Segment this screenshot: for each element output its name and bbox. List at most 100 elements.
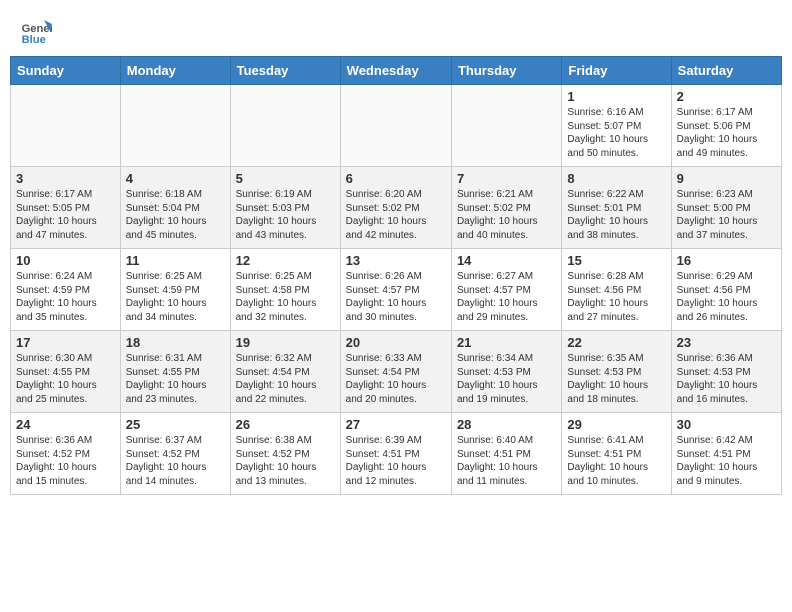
day-info: Sunrise: 6:27 AM Sunset: 4:57 PM Dayligh… (457, 270, 556, 324)
day-number: 9 (677, 171, 776, 186)
day-number: 7 (457, 171, 556, 186)
day-info: Sunrise: 6:33 AM Sunset: 4:54 PM Dayligh… (346, 352, 446, 406)
calendar-cell: 17 Sunrise: 6:30 AM Sunset: 4:55 PM Dayli… (11, 331, 121, 413)
calendar-cell: 9 Sunrise: 6:23 AM Sunset: 5:00 PM Daylig… (671, 167, 781, 249)
logo-icon: General Blue (20, 16, 52, 48)
calendar-week-row: 17 Sunrise: 6:30 AM Sunset: 4:55 PM Dayli… (11, 331, 782, 413)
calendar-cell: 5Sunrise: 6:19 AM Sunset: 5:03 PM Daylig… (230, 167, 340, 249)
day-info: Sunrise: 6:25 AM Sunset: 4:59 PM Dayligh… (126, 270, 225, 324)
calendar-cell: 22 Sunrise: 6:35 AM Sunset: 4:53 PM Dayli… (562, 331, 671, 413)
day-number: 24 (16, 417, 115, 432)
day-info: Sunrise: 6:31 AM Sunset: 4:55 PM Dayligh… (126, 352, 225, 406)
day-number: 16 (677, 253, 776, 268)
day-number: 19 (236, 335, 335, 350)
day-number: 13 (346, 253, 446, 268)
calendar-cell: 28 Sunrise: 6:40 AM Sunset: 4:51 PM Dayli… (451, 413, 561, 495)
calendar-cell: 14 Sunrise: 6:27 AM Sunset: 4:57 PM Dayli… (451, 249, 561, 331)
calendar-cell (451, 85, 561, 167)
day-info: Sunrise: 6:36 AM Sunset: 4:52 PM Dayligh… (16, 434, 115, 488)
day-info: Sunrise: 6:35 AM Sunset: 4:53 PM Dayligh… (567, 352, 665, 406)
calendar-cell: 10Sunrise: 6:24 AM Sunset: 4:59 PM Dayli… (11, 249, 121, 331)
calendar-cell: 30 Sunrise: 6:42 AM Sunset: 4:51 PM Dayli… (671, 413, 781, 495)
calendar-cell: 4 Sunrise: 6:18 AM Sunset: 5:04 PM Daylig… (120, 167, 230, 249)
day-info: Sunrise: 6:17 AM Sunset: 5:05 PM Dayligh… (16, 188, 115, 242)
day-info: Sunrise: 6:38 AM Sunset: 4:52 PM Dayligh… (236, 434, 335, 488)
day-number: 17 (16, 335, 115, 350)
day-info: Sunrise: 6:26 AM Sunset: 4:57 PM Dayligh… (346, 270, 446, 324)
day-info: Sunrise: 6:20 AM Sunset: 5:02 PM Dayligh… (346, 188, 446, 242)
logo: General Blue (20, 16, 56, 48)
day-info: Sunrise: 6:17 AM Sunset: 5:06 PM Dayligh… (677, 106, 776, 160)
day-info: Sunrise: 6:16 AM Sunset: 5:07 PM Dayligh… (567, 106, 665, 160)
day-number: 2 (677, 89, 776, 104)
day-info: Sunrise: 6:30 AM Sunset: 4:55 PM Dayligh… (16, 352, 115, 406)
day-info: Sunrise: 6:29 AM Sunset: 4:56 PM Dayligh… (677, 270, 776, 324)
calendar-cell: 13 Sunrise: 6:26 AM Sunset: 4:57 PM Dayli… (340, 249, 451, 331)
day-number: 20 (346, 335, 446, 350)
day-number: 1 (567, 89, 665, 104)
weekday-header: Thursday (451, 57, 561, 85)
day-info: Sunrise: 6:21 AM Sunset: 5:02 PM Dayligh… (457, 188, 556, 242)
day-info: Sunrise: 6:41 AM Sunset: 4:51 PM Dayligh… (567, 434, 665, 488)
day-number: 11 (126, 253, 225, 268)
day-number: 15 (567, 253, 665, 268)
day-number: 22 (567, 335, 665, 350)
weekday-header: Wednesday (340, 57, 451, 85)
calendar-cell: 21 Sunrise: 6:34 AM Sunset: 4:53 PM Dayli… (451, 331, 561, 413)
day-number: 27 (346, 417, 446, 432)
calendar-cell: 26 Sunrise: 6:38 AM Sunset: 4:52 PM Dayli… (230, 413, 340, 495)
day-info: Sunrise: 6:34 AM Sunset: 4:53 PM Dayligh… (457, 352, 556, 406)
calendar-cell: 15 Sunrise: 6:28 AM Sunset: 4:56 PM Dayli… (562, 249, 671, 331)
calendar-cell: 3Sunrise: 6:17 AM Sunset: 5:05 PM Daylig… (11, 167, 121, 249)
calendar-week-row: 10Sunrise: 6:24 AM Sunset: 4:59 PM Dayli… (11, 249, 782, 331)
day-info: Sunrise: 6:39 AM Sunset: 4:51 PM Dayligh… (346, 434, 446, 488)
day-info: Sunrise: 6:24 AM Sunset: 4:59 PM Dayligh… (16, 270, 115, 324)
calendar-cell: 23Sunrise: 6:36 AM Sunset: 4:53 PM Dayli… (671, 331, 781, 413)
calendar-cell: 19Sunrise: 6:32 AM Sunset: 4:54 PM Dayli… (230, 331, 340, 413)
calendar-table: SundayMondayTuesdayWednesdayThursdayFrid… (10, 56, 782, 495)
calendar-cell: 2 Sunrise: 6:17 AM Sunset: 5:06 PM Daylig… (671, 85, 781, 167)
svg-text:Blue: Blue (22, 34, 46, 46)
calendar-cell: 24 Sunrise: 6:36 AM Sunset: 4:52 PM Dayli… (11, 413, 121, 495)
calendar-cell (230, 85, 340, 167)
day-number: 25 (126, 417, 225, 432)
day-number: 8 (567, 171, 665, 186)
day-info: Sunrise: 6:23 AM Sunset: 5:00 PM Dayligh… (677, 188, 776, 242)
day-info: Sunrise: 6:40 AM Sunset: 4:51 PM Dayligh… (457, 434, 556, 488)
calendar-cell: 11 Sunrise: 6:25 AM Sunset: 4:59 PM Dayli… (120, 249, 230, 331)
weekday-header: Tuesday (230, 57, 340, 85)
calendar-cell: 29 Sunrise: 6:41 AM Sunset: 4:51 PM Dayli… (562, 413, 671, 495)
day-info: Sunrise: 6:18 AM Sunset: 5:04 PM Dayligh… (126, 188, 225, 242)
calendar-cell: 16 Sunrise: 6:29 AM Sunset: 4:56 PM Dayli… (671, 249, 781, 331)
day-number: 4 (126, 171, 225, 186)
day-number: 21 (457, 335, 556, 350)
day-number: 14 (457, 253, 556, 268)
weekday-header: Sunday (11, 57, 121, 85)
calendar-cell (11, 85, 121, 167)
day-info: Sunrise: 6:28 AM Sunset: 4:56 PM Dayligh… (567, 270, 665, 324)
calendar-cell: 18 Sunrise: 6:31 AM Sunset: 4:55 PM Dayli… (120, 331, 230, 413)
day-info: Sunrise: 6:42 AM Sunset: 4:51 PM Dayligh… (677, 434, 776, 488)
calendar-week-row: 1 Sunrise: 6:16 AM Sunset: 5:07 PM Daylig… (11, 85, 782, 167)
weekday-header: Friday (562, 57, 671, 85)
day-number: 26 (236, 417, 335, 432)
day-number: 6 (346, 171, 446, 186)
day-number: 30 (677, 417, 776, 432)
day-number: 29 (567, 417, 665, 432)
calendar-cell: 20 Sunrise: 6:33 AM Sunset: 4:54 PM Dayli… (340, 331, 451, 413)
calendar-cell: 25Sunrise: 6:37 AM Sunset: 4:52 PM Dayli… (120, 413, 230, 495)
day-number: 18 (126, 335, 225, 350)
calendar-cell: 6 Sunrise: 6:20 AM Sunset: 5:02 PM Daylig… (340, 167, 451, 249)
calendar-cell (340, 85, 451, 167)
calendar-wrapper: SundayMondayTuesdayWednesdayThursdayFrid… (0, 56, 792, 505)
day-info: Sunrise: 6:25 AM Sunset: 4:58 PM Dayligh… (236, 270, 335, 324)
day-number: 28 (457, 417, 556, 432)
weekday-header: Monday (120, 57, 230, 85)
calendar-cell: 1 Sunrise: 6:16 AM Sunset: 5:07 PM Daylig… (562, 85, 671, 167)
day-info: Sunrise: 6:22 AM Sunset: 5:01 PM Dayligh… (567, 188, 665, 242)
calendar-cell: 27 Sunrise: 6:39 AM Sunset: 4:51 PM Dayli… (340, 413, 451, 495)
weekday-header: Saturday (671, 57, 781, 85)
calendar-week-row: 24 Sunrise: 6:36 AM Sunset: 4:52 PM Dayli… (11, 413, 782, 495)
day-info: Sunrise: 6:19 AM Sunset: 5:03 PM Dayligh… (236, 188, 335, 242)
calendar-week-row: 3Sunrise: 6:17 AM Sunset: 5:05 PM Daylig… (11, 167, 782, 249)
